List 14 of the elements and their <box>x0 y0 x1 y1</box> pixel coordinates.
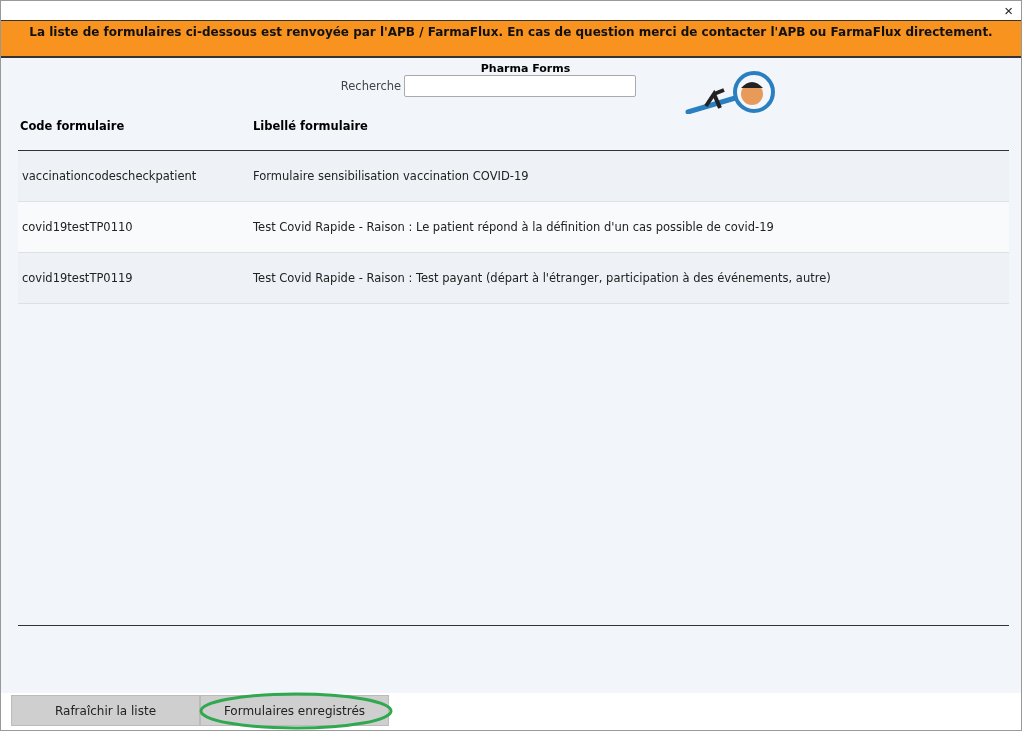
column-header[interactable]: Libellé formulaire <box>253 114 1009 133</box>
table-cell-text: covid19testTP0119 <box>21 271 134 285</box>
close-button[interactable]: × <box>996 1 1021 20</box>
action-button[interactable]: Rafraîchir la liste <box>11 695 200 726</box>
table-cell-text: Test Covid Rapide - Raison : Le patient répond à la définition d'un cas possible de covid-19 <box>253 220 775 234</box>
table-cell-text: Test Covid Rapide - Raison : Test payant (départ à l'étranger, participation à des événements, autre) <box>253 271 832 285</box>
table-cell-text: Formulaire sensibilisation vaccination COVID-19 <box>253 169 530 183</box>
page-title: Pharma Forms <box>480 62 571 75</box>
table-cell-text: vaccinationcodescheckpatient <box>21 169 198 183</box>
search-field[interactable] <box>404 75 637 97</box>
column-header[interactable]: Code formulaire <box>18 114 253 133</box>
table-cell-text: covid19testTP0110 <box>21 220 134 234</box>
search-label: Recherche <box>340 79 402 93</box>
notice-banner: La liste de formulaires ci-dessous est renvoyée par l'APB / FarmaFlux. En cas de question merci de contacter l'APB ou FarmaFlux directement. <box>1 20 1021 58</box>
